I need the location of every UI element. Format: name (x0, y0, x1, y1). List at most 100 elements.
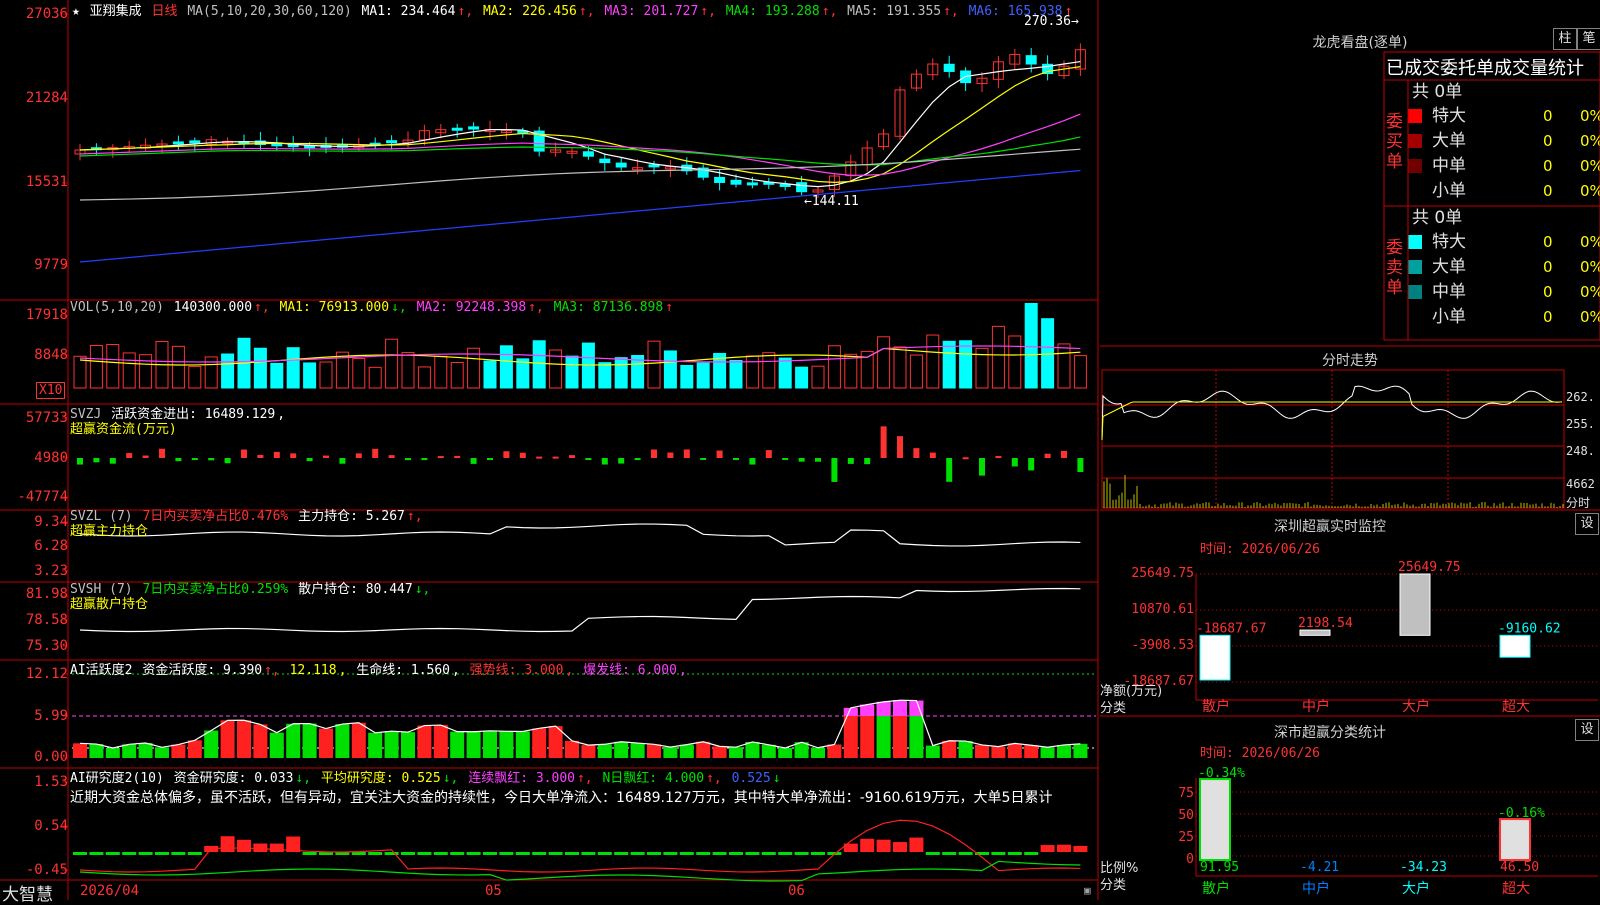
ai-research-v5: 0.525 (731, 771, 771, 786)
volume-bar (663, 350, 677, 389)
ai-active-bar (138, 743, 153, 758)
ai-active-bar (581, 745, 596, 758)
ai-active-bar (712, 746, 727, 758)
flow-bar (683, 449, 690, 458)
svsh-axis-label: 81.98 (25, 586, 68, 602)
flow-bar (897, 436, 903, 458)
ai-active-bar (499, 731, 514, 758)
sc-top-label: -0.34% (1198, 766, 1245, 781)
flow-bar (749, 458, 756, 465)
volume-bar (795, 366, 809, 389)
ai-active-bar (302, 723, 317, 758)
brand-logo: 大智慧 (2, 885, 53, 905)
ai-active-bar (187, 740, 202, 758)
svsh-ratio: 7日内买卖净占比0.259% (142, 582, 289, 597)
svzl-axis-label: 9.34 (34, 514, 68, 530)
candle-body (796, 182, 808, 193)
ma1-line (79, 60, 1081, 188)
research-bar (187, 852, 202, 855)
candle-body (615, 162, 627, 168)
research-bar (565, 852, 579, 855)
candle-body (714, 176, 726, 183)
research-bar (663, 852, 678, 855)
candle-body (730, 179, 742, 185)
flow-bar (191, 458, 198, 460)
svzl-hold: 主力持仓: 5.267 (298, 509, 405, 524)
flow-bar (224, 458, 231, 464)
candle-body (189, 140, 201, 144)
ai-active-bar (532, 728, 547, 758)
ma2-value: MA2: 226.456 (482, 4, 577, 19)
flow-bar (552, 456, 559, 459)
flow-bar (126, 453, 133, 458)
ai-active-bar (827, 744, 842, 758)
ai-active-bar (630, 743, 645, 758)
ai-research-axis-label: 1.53 (34, 774, 68, 790)
research-bar (1073, 845, 1088, 852)
ma3-value: MA3: 201.727 (604, 4, 699, 19)
flow-bar (979, 458, 985, 476)
ai-lifeline: 生命线: 1.560 (356, 663, 451, 678)
volume-bar (122, 352, 136, 389)
period-label[interactable]: 日线 (152, 4, 178, 19)
ai-research-avg: 平均研究度: 0.525 (320, 771, 441, 786)
volume-bar (778, 357, 792, 389)
svzj-axis-label: 57733 (25, 410, 68, 426)
volume-bar (73, 355, 87, 389)
ai-active-bar (1040, 747, 1055, 758)
research-bar (401, 852, 415, 855)
research-bar (958, 852, 973, 855)
research-bar (729, 852, 743, 855)
kline-chart-area[interactable] (0, 0, 1100, 900)
sc-category-label: 散户 (1202, 880, 1230, 897)
ai-research-red: 连续飘红: 3.000 (468, 771, 575, 786)
volume-bar (877, 336, 891, 389)
volume-bar (942, 340, 956, 389)
flow-bar (470, 458, 477, 464)
research-bar (761, 852, 776, 855)
candle-body (779, 183, 791, 187)
sc-bar (1499, 818, 1531, 862)
sz-bar-label: -9160.62 (1498, 621, 1561, 636)
ma2-line (79, 66, 1081, 183)
research-bar (581, 852, 596, 855)
volume-bar (745, 355, 759, 389)
ai-active-bar (384, 731, 399, 758)
favorite-star-icon[interactable]: ★ (72, 4, 80, 19)
ai-research-header: AI研究度2(10) 资金研究度: 0.033 ↓, 平均研究度: 0.525 ↓,… (70, 771, 781, 786)
date-axis-label: 06 (788, 883, 805, 899)
research-bar (1007, 852, 1022, 855)
ma5-line (79, 148, 1081, 201)
ai-active-bar (105, 747, 120, 758)
research-bar (696, 852, 711, 855)
date-axis-label: 2026/04 (80, 883, 140, 899)
volume-bar (221, 353, 235, 389)
ai-active-bar (450, 731, 465, 758)
vol-ma2: MA2: 92248.398 (416, 300, 527, 315)
flow-bar (421, 458, 428, 461)
ai-burst-bar (876, 701, 891, 716)
flow-bar (93, 458, 100, 463)
flow-bar (323, 455, 329, 458)
vol-ma3: MA3: 87136.898 (553, 300, 664, 315)
sc-value-label: 91.95 (1200, 860, 1239, 875)
sc-value-label: -34.23 (1400, 860, 1447, 875)
volume-bar (1057, 343, 1071, 389)
ai-active-bar (319, 728, 333, 758)
ai-active-label: AI活跃度2 (70, 663, 133, 678)
volume-bar (401, 352, 415, 389)
ai-active-bar (647, 744, 661, 758)
research-bar (269, 843, 284, 852)
ai-active-bar (958, 741, 973, 758)
price-axis-label: 9779 (34, 257, 68, 273)
volume-bar (959, 340, 973, 389)
flow-bar (864, 458, 871, 465)
research-bar (499, 852, 514, 855)
research-bar (942, 852, 957, 855)
ai-active-bar (515, 731, 530, 758)
sc-category-label: 大户 (1402, 880, 1430, 897)
volume-bar (368, 366, 382, 389)
high-price-marker: 270.36→ (1024, 14, 1079, 29)
lock-icon[interactable]: ▣ (1084, 884, 1091, 897)
ai-active-bar (614, 741, 629, 758)
